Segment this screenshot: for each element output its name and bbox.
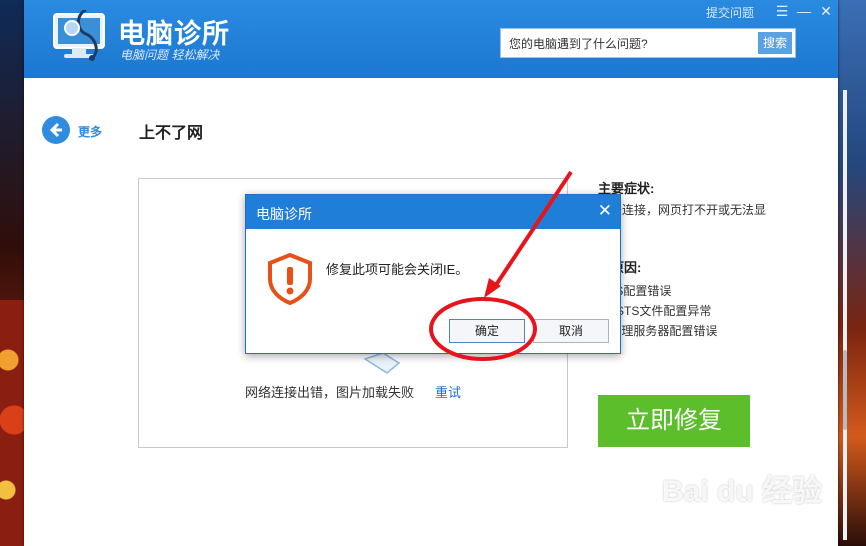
report-problem-link[interactable]: 提交问题 (706, 4, 754, 21)
cause-item: IE代理服务器配置错误 (598, 324, 718, 338)
causes-heading: 能原因: (598, 257, 828, 276)
fix-now-button[interactable]: 立即修复 (598, 395, 750, 447)
back-arrow-icon[interactable] (42, 116, 70, 144)
page-title: 上不了网 (139, 125, 204, 142)
cause-item: HOSTS文件配置异常 (598, 304, 712, 318)
scrollbar[interactable] (840, 90, 850, 540)
stethoscope-monitor-logo-icon (52, 8, 110, 62)
search-button[interactable]: 搜索 (758, 32, 792, 54)
confirm-cancel-button[interactable]: 取消 (533, 319, 609, 343)
retry-link[interactable]: 重试 (435, 382, 461, 401)
symptom-panel: 主要症状: 无法连接，网页打不开或无法显 能原因: DNS配置错误 HOSTS文… (598, 178, 828, 340)
back-label[interactable]: 更多 (78, 123, 102, 140)
minimize-icon[interactable]: — (794, 2, 814, 20)
warning-shield-icon (268, 253, 312, 305)
watermark-url: jingyan.baidu.com (662, 508, 759, 522)
app-subtitle: 电脑问题 轻松解决 (120, 48, 220, 62)
confirm-ok-button[interactable]: 确定 (449, 319, 525, 343)
dialog-title-bar: 电脑诊所 ✕ (246, 195, 620, 229)
symptoms-text: 无法连接，网页打不开或无法显 (598, 203, 767, 217)
confirm-dialog: 电脑诊所 ✕ 修复此项可能会关闭IE。 确定 取消 (245, 194, 621, 354)
watermark-brand: Bai du 经验 (662, 475, 823, 508)
close-window-icon[interactable]: ✕ (816, 2, 836, 20)
load-error-message: 网络连接出错，图片加载失败 (245, 385, 415, 400)
search-input[interactable]: 您的电脑遇到了什么问题? (509, 35, 648, 52)
cause-item: DNS配置错误 (598, 284, 672, 298)
symptoms-heading: 主要症状: (598, 181, 655, 196)
menu-icon[interactable]: ☰ (772, 2, 792, 20)
desktop-wallpaper-left (0, 300, 24, 546)
dialog-message: 修复此项可能会关闭IE。 (326, 262, 469, 277)
dialog-title: 电脑诊所 (256, 206, 312, 222)
dialog-close-icon[interactable]: ✕ (598, 202, 612, 220)
title-bar: 电脑诊所 电脑问题 轻松解决 提交问题 ☰ — ✕ 您的电脑遇到了什么问题? 搜… (24, 0, 838, 78)
search-box[interactable]: 您的电脑遇到了什么问题? 搜索 (500, 28, 796, 58)
